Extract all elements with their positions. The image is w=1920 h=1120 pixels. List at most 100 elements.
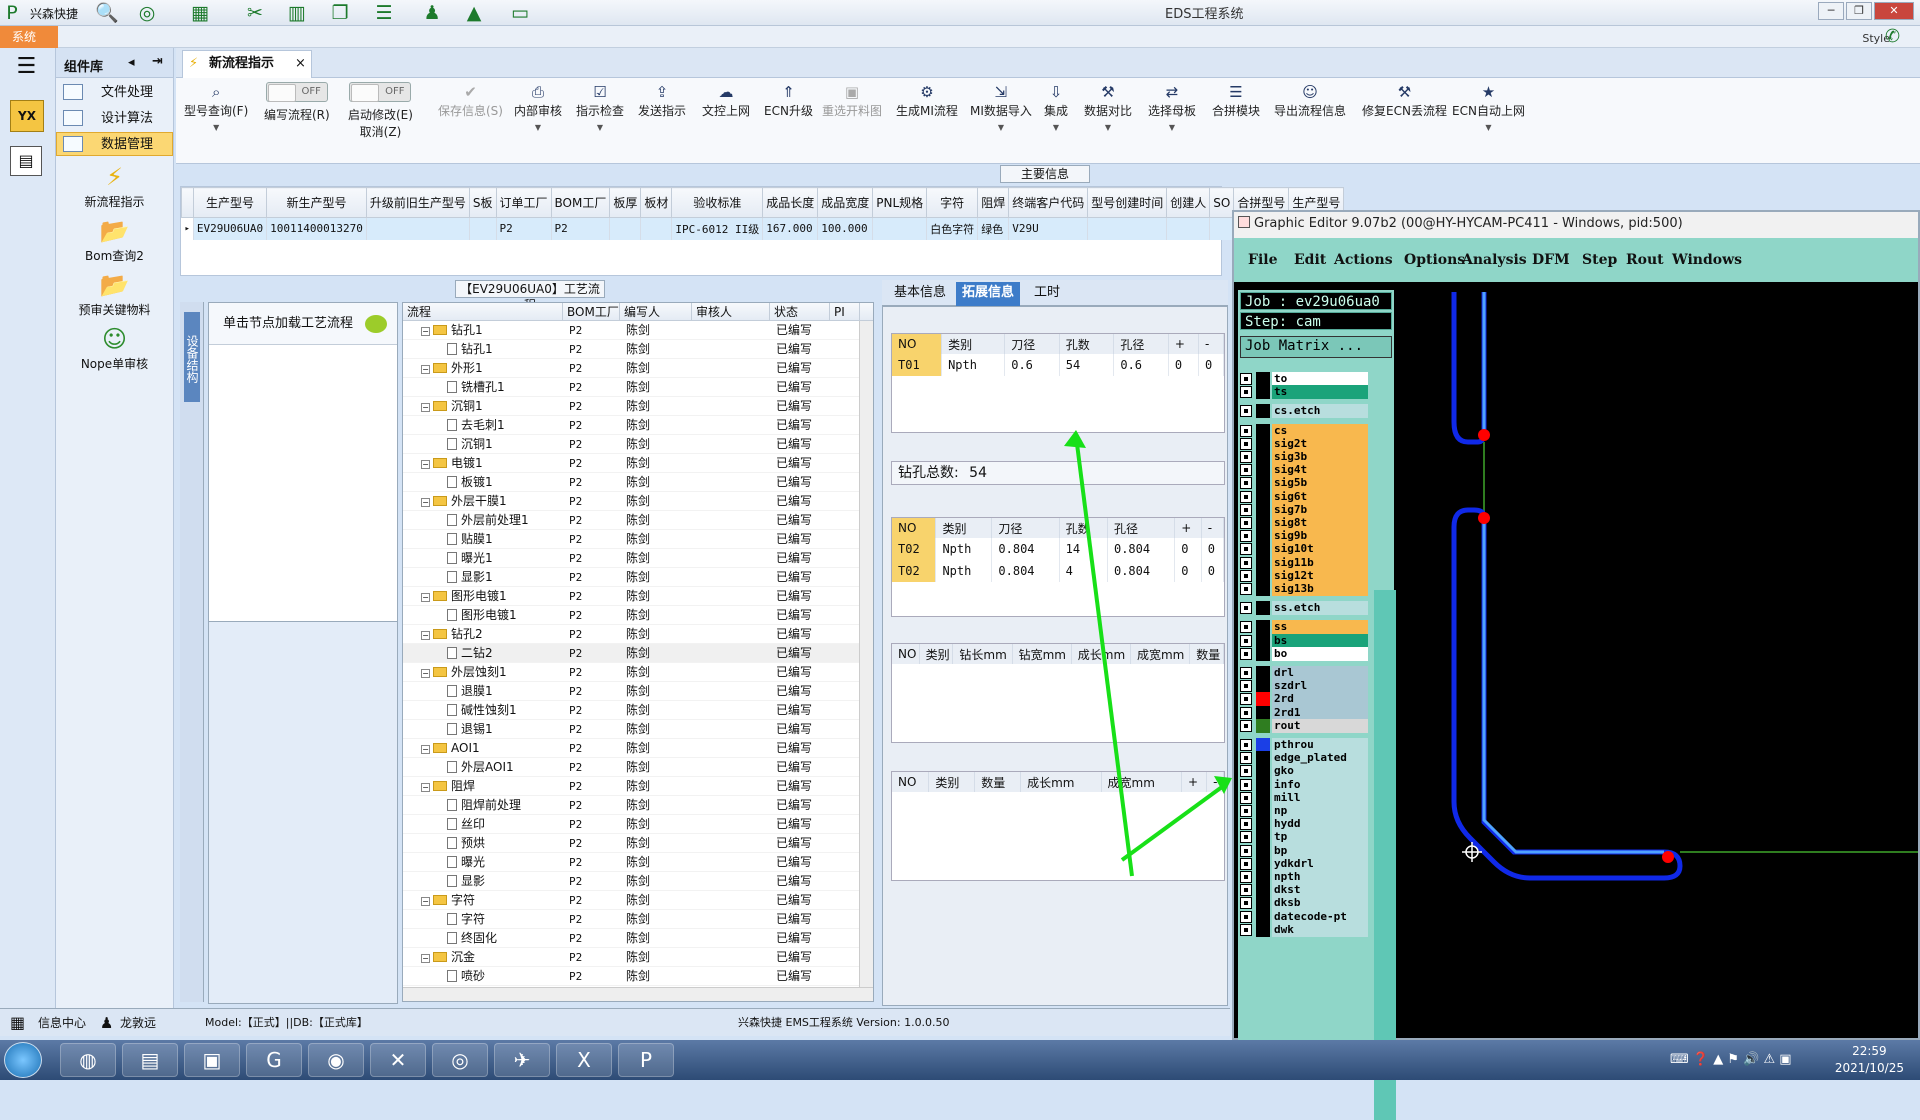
column-header[interactable]: 刀径	[991, 518, 1060, 538]
data-compare-button[interactable]: ⚒ 数据对比 ▼	[1084, 82, 1132, 132]
column-header[interactable]: 编写人	[620, 303, 692, 320]
layer-checkbox[interactable]	[1240, 667, 1252, 679]
tree-node[interactable]: 丝印	[403, 815, 563, 833]
collapse-icon[interactable]: −	[421, 631, 430, 640]
tree-node[interactable]: 沉铜1	[403, 435, 563, 453]
tree-node[interactable]: − AOI1	[403, 739, 563, 757]
column-header[interactable]: NO	[892, 644, 920, 664]
menu-actions[interactable]: Actions	[1334, 238, 1393, 282]
menu-edit[interactable]: Edit	[1294, 238, 1326, 282]
tree-row[interactable]: − 外层蚀刻1 P2 陈剑 已编写	[403, 663, 873, 682]
tree-row[interactable]: 钻孔1 P2 陈剑 已编写	[403, 340, 873, 359]
layer-color-swatch[interactable]	[1256, 620, 1270, 635]
tree-node[interactable]: − 钻孔1	[403, 321, 563, 339]
layer-checkbox[interactable]	[1240, 884, 1252, 897]
layer-color-swatch[interactable]	[1256, 718, 1270, 733]
layer-name[interactable]: sig9b	[1272, 529, 1368, 544]
tree-row[interactable]: 预烘 P2 陈剑 已编写	[403, 834, 873, 853]
layer-name[interactable]: 2rd1	[1272, 705, 1368, 720]
layer-name[interactable]: sig11b	[1272, 555, 1368, 570]
menu-windows[interactable]: Windows	[1672, 238, 1742, 282]
taskbar-excel-icon[interactable]: X	[556, 1043, 612, 1077]
layer-name[interactable]: hydd	[1272, 817, 1368, 832]
layer-checkbox[interactable]	[1240, 451, 1252, 463]
layer-row[interactable]: edge_plated	[1240, 751, 1368, 766]
tree-node[interactable]: − 字符	[403, 891, 563, 909]
tab-basic-info[interactable]: 基本信息	[888, 282, 952, 306]
layer-color-swatch[interactable]	[1256, 804, 1270, 818]
layer-name[interactable]: edge_plated	[1272, 751, 1368, 766]
layer-checkbox[interactable]	[1240, 621, 1252, 634]
layer-color-swatch[interactable]	[1256, 450, 1270, 464]
tree-row[interactable]: − 钻孔2 P2 陈剑 已编写	[403, 625, 873, 644]
menu-step[interactable]: Step	[1582, 238, 1617, 282]
taskbar-messenger-icon[interactable]: ✈	[494, 1043, 550, 1077]
system-tray-icons[interactable]: ⌨ ❓ ▲ ⚑ 🔊 ⚠ ▣	[1670, 1052, 1792, 1067]
layer-name[interactable]: drl	[1272, 666, 1368, 680]
layer-color-swatch[interactable]	[1256, 883, 1270, 898]
tree-row[interactable]: 碱性蚀刻1 P2 陈剑 已编写	[403, 701, 873, 720]
tree-row[interactable]: 二钻2 P2 陈剑 已编写	[403, 644, 873, 663]
layer-checkbox[interactable]	[1240, 805, 1252, 817]
layer-row[interactable]: datecode-pt	[1240, 909, 1368, 924]
integration-button[interactable]: ⇩ 集成 ▼	[1044, 82, 1068, 132]
tree-row[interactable]: 板镀1 P2 陈剑 已编写	[403, 473, 873, 492]
taskbar-save-icon[interactable]: ▣	[184, 1043, 240, 1077]
layer-row[interactable]: sig10t	[1240, 542, 1368, 557]
tree-row[interactable]: 喷砂 P2 陈剑 已编写	[403, 967, 873, 986]
layer-row[interactable]: ydkdrl	[1240, 856, 1368, 871]
layer-name[interactable]: sig5b	[1272, 476, 1368, 491]
column-header[interactable]: 型号创建时间	[1087, 187, 1168, 218]
layer-name[interactable]: sig13b	[1272, 582, 1368, 596]
tree-node[interactable]: − 外形1	[403, 359, 563, 377]
layer-color-swatch[interactable]	[1256, 601, 1270, 616]
generate-mi-flow-button[interactable]: ⚙ 生成MI流程	[896, 82, 958, 119]
nav-nope-review[interactable]: ☺ Nope单审核	[56, 326, 173, 372]
horizontal-scrollbar[interactable]	[403, 987, 873, 1001]
layer-color-swatch[interactable]	[1256, 646, 1270, 661]
monitor-icon[interactable]: ▭	[508, 2, 532, 24]
job-matrix-button[interactable]: Job Matrix ...	[1240, 336, 1392, 358]
layer-row[interactable]: bo	[1240, 646, 1368, 661]
hamburger-icon[interactable]: ☰	[17, 56, 39, 78]
layer-checkbox[interactable]	[1240, 818, 1252, 831]
layer-color-swatch[interactable]	[1256, 790, 1270, 805]
layer-name[interactable]: rout	[1272, 718, 1368, 733]
layer-checkbox[interactable]	[1240, 791, 1252, 804]
layer-row[interactable]: pthrou	[1240, 738, 1368, 752]
edit-flow-toggle[interactable]: OFF 编写流程(R)	[264, 82, 330, 123]
toggle-switch[interactable]: OFF	[349, 82, 412, 102]
reselect-cutting-button[interactable]: ▣ 重选开料图	[822, 82, 882, 119]
layer-checkbox[interactable]	[1240, 910, 1252, 923]
layer-row[interactable]: cs	[1240, 423, 1368, 438]
cancel-button[interactable]: 取消(Z)	[348, 123, 413, 140]
column-header[interactable]: 状态	[770, 303, 830, 320]
layer-checkbox[interactable]	[1240, 871, 1252, 883]
tree-row[interactable]: 退膜1 P2 陈剑 已编写	[403, 682, 873, 701]
table-row[interactable]: T02 Npth 0.804 4 0.804 0 0	[892, 560, 1225, 582]
layer-color-swatch[interactable]	[1256, 542, 1270, 557]
layer-row[interactable]: 2rd1	[1240, 705, 1368, 720]
column-header[interactable]: 新生产型号	[266, 187, 367, 218]
tree-row[interactable]: 贴膜1 P2 陈剑 已编写	[403, 530, 873, 549]
column-header[interactable]: 成宽mm	[1101, 772, 1182, 792]
tree-node[interactable]: 贴膜1	[403, 530, 563, 548]
tree-node[interactable]: 退膜1	[403, 682, 563, 700]
layer-row[interactable]: sig7b	[1240, 502, 1368, 517]
column-header[interactable]: 孔数	[1059, 518, 1108, 538]
layer-color-swatch[interactable]	[1256, 909, 1270, 924]
column-header[interactable]: 钻长mm	[952, 644, 1013, 664]
layer-color-swatch[interactable]	[1256, 436, 1270, 451]
layer-color-swatch[interactable]	[1256, 738, 1270, 752]
grid-icon[interactable]: ▦	[188, 2, 212, 24]
tree-row[interactable]: 外层AOI1 P2 陈剑 已编写	[403, 758, 873, 777]
tree-node[interactable]: 外层前处理1	[403, 511, 563, 529]
layer-checkbox[interactable]	[1240, 831, 1252, 844]
copy-icon[interactable]: ❐	[328, 2, 352, 24]
tree-row[interactable]: 去毛刺1 P2 陈剑 已编写	[403, 416, 873, 435]
ecn-auto-online-button[interactable]: ★ ECN自动上网 ▼	[1452, 82, 1525, 132]
table-row[interactable]: T02 Npth 0.804 14 0.804 0 0	[892, 538, 1225, 560]
tree-node[interactable]: − 图形电镀1	[403, 587, 563, 605]
column-header[interactable]: 字符	[926, 187, 979, 218]
column-header[interactable]: 创建人	[1166, 187, 1211, 218]
